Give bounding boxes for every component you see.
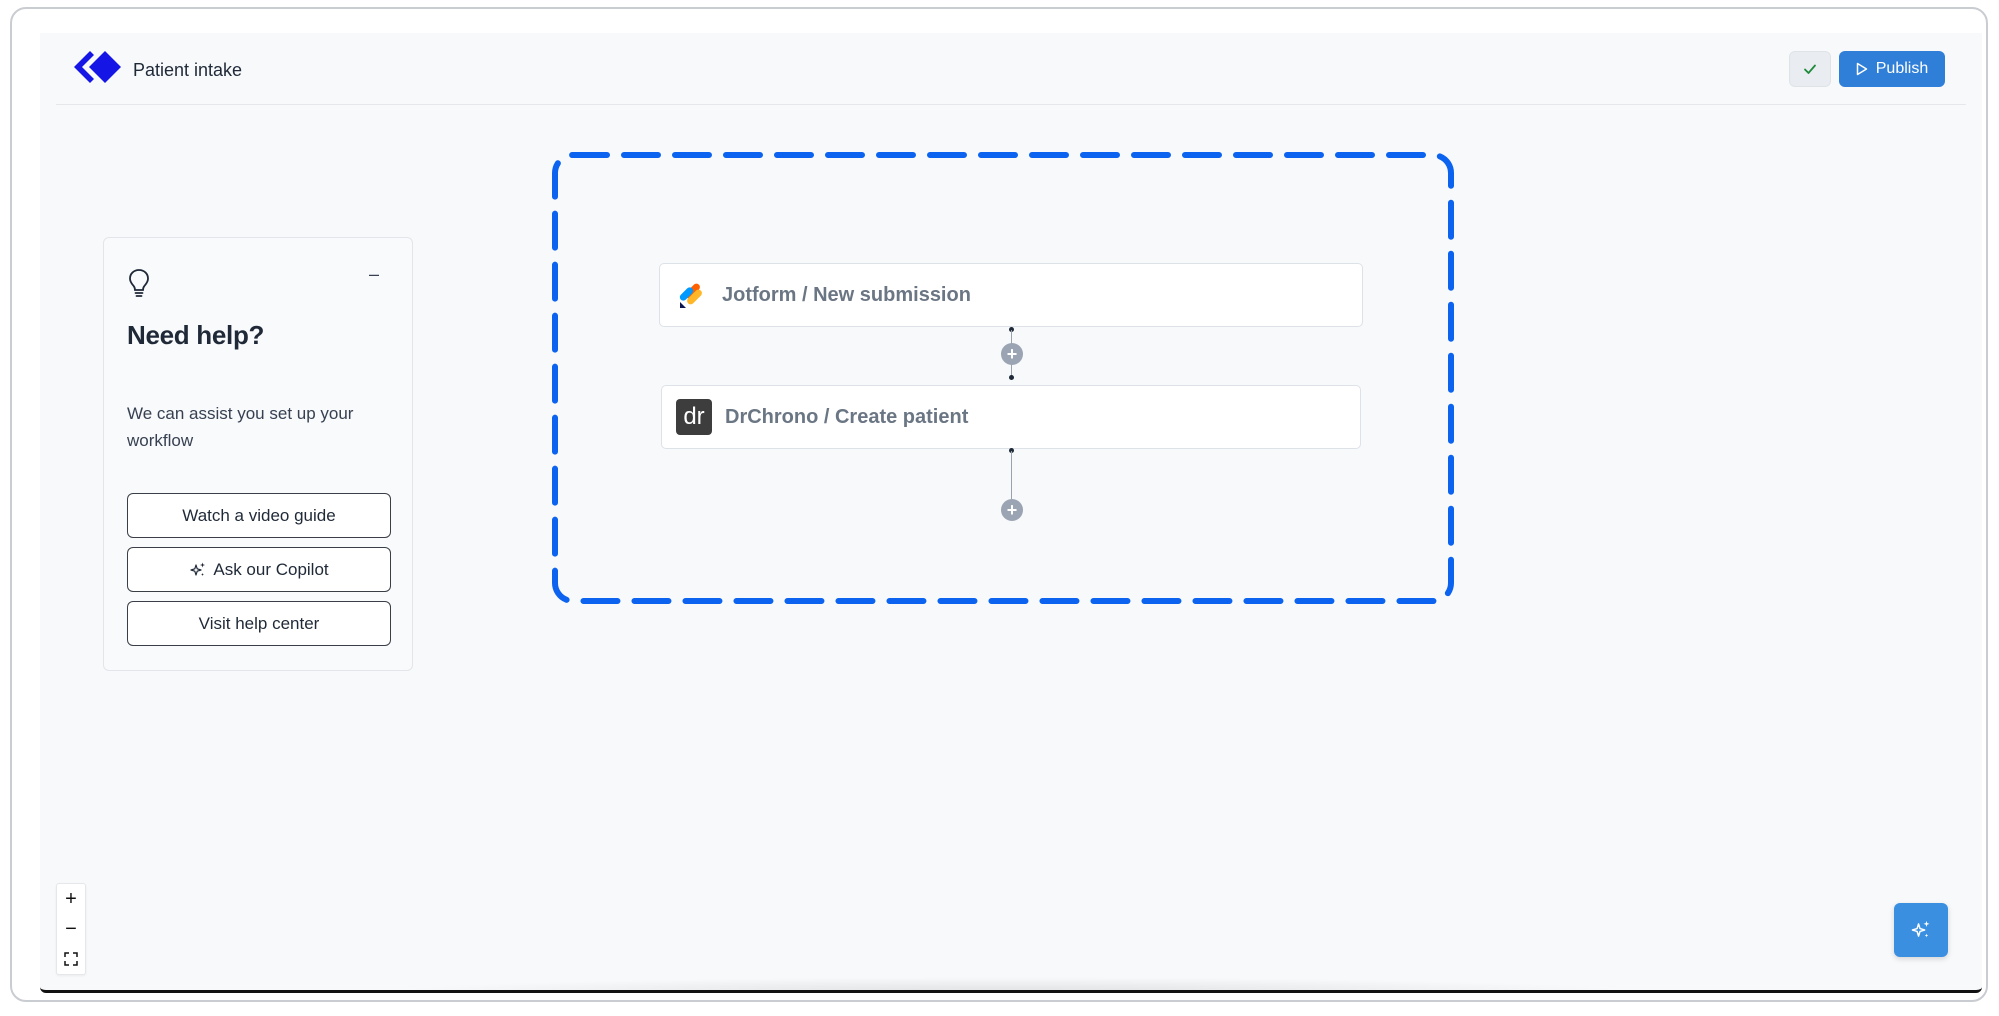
window-frame: Patient intake Publish – Need help? We c…: [10, 7, 1988, 1002]
sparkles-icon: [190, 562, 206, 576]
help-description: We can assist you set up your workflow: [127, 404, 354, 450]
connector-line: [1011, 451, 1012, 499]
selection-frame: [552, 152, 1454, 604]
visit-help-center-button[interactable]: Visit help center: [127, 601, 391, 646]
add-step-button-end[interactable]: +: [1001, 499, 1023, 521]
jotform-icon: [679, 283, 702, 308]
ask-copilot-label: Ask our Copilot: [213, 559, 329, 579]
brand-logo-icon[interactable]: [72, 49, 122, 85]
publish-button[interactable]: Publish: [1839, 51, 1945, 87]
fit-view-button[interactable]: [57, 944, 85, 974]
workflow-title[interactable]: Patient intake: [133, 60, 242, 81]
trigger-node-label: Jotform / New submission: [722, 283, 971, 306]
workflow-node-action[interactable]: dr DrChrono / Create patient: [661, 385, 1361, 449]
zoom-controls: + −: [56, 883, 86, 975]
ask-copilot-button[interactable]: Ask our Copilot: [127, 547, 391, 592]
sparkles-icon: [1911, 920, 1930, 938]
watch-video-guide-label: Watch a video guide: [182, 505, 336, 525]
lightbulb-icon: [129, 269, 149, 297]
help-panel: – Need help? We can assist you set up yo…: [103, 237, 413, 671]
help-title: Need help?: [127, 320, 265, 350]
publish-label: Publish: [1875, 60, 1929, 77]
watch-video-guide-button[interactable]: Watch a video guide: [127, 493, 391, 538]
zoom-out-button[interactable]: −: [57, 914, 85, 944]
connector-dot: [1009, 375, 1014, 380]
visit-help-center-label: Visit help center: [198, 613, 320, 633]
workflow-node-trigger[interactable]: Jotform / New submission: [659, 263, 1363, 327]
action-node-label: DrChrono / Create patient: [725, 405, 969, 428]
bottom-shadow: [370, 977, 1650, 990]
add-step-button[interactable]: +: [1001, 343, 1023, 365]
check-icon: [1804, 64, 1816, 74]
minimize-help-button[interactable]: –: [362, 262, 386, 286]
workflow-editor: Patient intake Publish – Need help? We c…: [40, 33, 1982, 993]
play-icon: [1856, 62, 1867, 76]
top-bar: Patient intake Publish: [56, 33, 1966, 105]
drchrono-icon: dr: [676, 399, 712, 435]
zoom-in-button[interactable]: +: [57, 884, 85, 914]
saved-status-button[interactable]: [1789, 51, 1831, 87]
fit-view-icon: [64, 952, 78, 966]
copilot-button[interactable]: [1894, 903, 1948, 957]
